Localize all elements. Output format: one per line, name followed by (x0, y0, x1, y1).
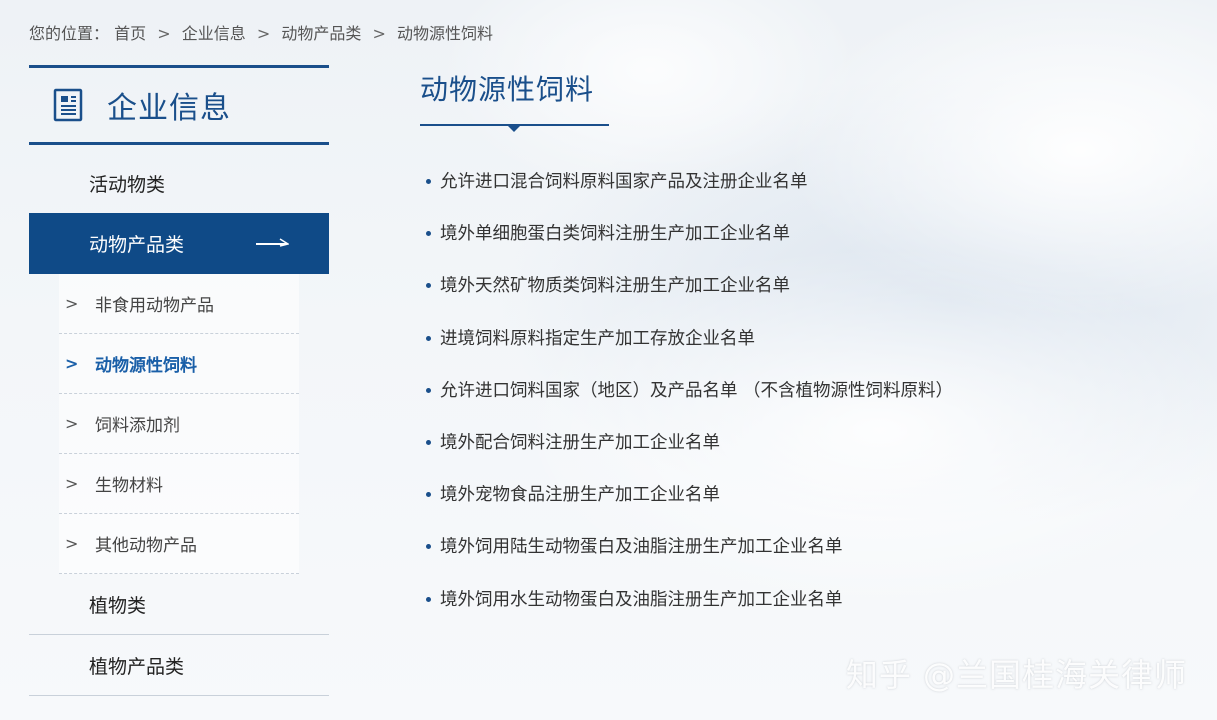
list-item-link[interactable]: 境外饲用水生动物蛋白及油脂注册生产加工企业名单 (440, 586, 843, 611)
page-title: 动物源性饲料 (420, 73, 595, 106)
sidebar-subitem-animal-feed[interactable]: > 动物源性饲料 (59, 334, 299, 394)
list-item[interactable]: 进境饲料原料指定生产加工存放企业名单 (426, 325, 953, 377)
bullet-icon (426, 492, 431, 498)
sidebar-submenu: > 非食用动物产品 > 动物源性饲料 > 饲料添加剂 > 生物材料 > 其他动物… (59, 274, 299, 574)
chevron-right-icon: > (65, 354, 79, 373)
list-item-link[interactable]: 境外配合饲料注册生产加工企业名单 (440, 429, 720, 454)
sidebar-subitem-label: 动物源性饲料 (95, 356, 197, 376)
list-item[interactable]: 境外饲用水生动物蛋白及油脂注册生产加工企业名单 (426, 586, 953, 638)
breadcrumb-company-info[interactable]: 企业信息 (182, 24, 246, 43)
sidebar-item-live-animals[interactable]: 活动物类 (29, 145, 329, 213)
breadcrumb-separator: > (372, 24, 386, 43)
breadcrumb-prefix: 您的位置： (29, 24, 110, 43)
sidebar-subitem-non-edible[interactable]: > 非食用动物产品 (59, 274, 299, 334)
bullet-icon (426, 439, 431, 445)
sidebar: 企业信息 活动物类 动物产品类 > 非食用动物产品 > 动物源性饲料 > 饲料添… (29, 65, 329, 696)
list-item[interactable]: 境外天然矿物质类饲料注册生产加工企业名单 (426, 272, 953, 324)
bullet-icon (426, 335, 431, 341)
sidebar-item-plants[interactable]: 植物类 (29, 574, 329, 635)
sidebar-subitem-other-animal[interactable]: > 其他动物产品 (59, 514, 299, 574)
breadcrumb-home[interactable]: 首页 (114, 24, 146, 43)
list-item-link[interactable]: 允许进口混合饲料原料国家产品及注册企业名单 (440, 168, 808, 193)
chevron-right-icon: > (65, 534, 79, 553)
list-item-link[interactable]: 进境饲料原料指定生产加工存放企业名单 (440, 325, 755, 350)
sidebar-subitem-label: 生物材料 (95, 476, 163, 496)
document-icon (53, 88, 83, 122)
breadcrumb-animal-products[interactable]: 动物产品类 (281, 24, 361, 43)
list-item[interactable]: 境外饲用陆生动物蛋白及油脂注册生产加工企业名单 (426, 533, 953, 585)
arrow-right-icon (256, 237, 289, 247)
bullet-icon (426, 179, 431, 184)
list-item-link[interactable]: 境外饲用陆生动物蛋白及油脂注册生产加工企业名单 (440, 533, 843, 558)
list-item[interactable]: 允许进口混合饲料原料国家产品及注册企业名单 (426, 168, 953, 220)
breadcrumb-current: 动物源性饲料 (396, 24, 493, 43)
sidebar-item-label: 植物类 (89, 594, 147, 617)
chevron-right-icon: > (65, 474, 79, 493)
sidebar-item-label: 动物产品类 (89, 234, 185, 256)
list-item[interactable]: 允许进口饲料国家（地区）及产品名单 （不含植物源性饲料原料） (426, 377, 953, 429)
sidebar-subitem-label: 非食用动物产品 (95, 296, 214, 316)
sidebar-subitem-feed-additives[interactable]: > 饲料添加剂 (59, 394, 299, 454)
bullet-icon (426, 231, 431, 237)
sidebar-subitem-label: 饲料添加剂 (95, 416, 180, 436)
sidebar-item-plant-products[interactable]: 植物产品类 (29, 635, 329, 696)
sidebar-item-label: 活动物类 (89, 173, 166, 196)
breadcrumb-separator: > (157, 24, 171, 43)
breadcrumb: 您的位置： 首页 > 企业信息 > 动物产品类 > 动物源性饲料 (29, 20, 493, 44)
link-list: 允许进口混合饲料原料国家产品及注册企业名单 境外单细胞蛋白类饲料注册生产加工企业… (426, 168, 953, 638)
title-underline-notch (507, 125, 521, 132)
sidebar-header: 企业信息 (29, 65, 329, 145)
list-item-link[interactable]: 境外宠物食品注册生产加工企业名单 (440, 481, 720, 506)
bullet-icon (426, 283, 431, 289)
list-item-link[interactable]: 允许进口饲料国家（地区）及产品名单 （不含植物源性饲料原料） (440, 377, 953, 402)
list-item[interactable]: 境外单细胞蛋白类饲料注册生产加工企业名单 (426, 220, 953, 272)
chevron-right-icon: > (65, 414, 79, 433)
bullet-icon (426, 387, 431, 393)
chevron-right-icon: > (65, 294, 79, 313)
sidebar-subitem-label: 其他动物产品 (95, 536, 197, 556)
watermark: 知乎 @兰国桂海关律师 (845, 656, 1187, 694)
sidebar-item-animal-products[interactable]: 动物产品类 (29, 213, 329, 274)
breadcrumb-separator: > (256, 24, 271, 43)
list-item-link[interactable]: 境外单细胞蛋白类饲料注册生产加工企业名单 (440, 220, 790, 245)
list-item[interactable]: 境外宠物食品注册生产加工企业名单 (426, 481, 953, 533)
bullet-icon (426, 544, 431, 550)
list-item[interactable]: 境外配合饲料注册生产加工企业名单 (426, 429, 953, 481)
list-item-link[interactable]: 境外天然矿物质类饲料注册生产加工企业名单 (440, 272, 790, 297)
sidebar-item-label: 植物产品类 (89, 655, 185, 678)
sidebar-title: 企业信息 (107, 91, 231, 126)
sidebar-subitem-biomaterials[interactable]: > 生物材料 (59, 454, 299, 514)
bullet-icon (426, 596, 431, 602)
